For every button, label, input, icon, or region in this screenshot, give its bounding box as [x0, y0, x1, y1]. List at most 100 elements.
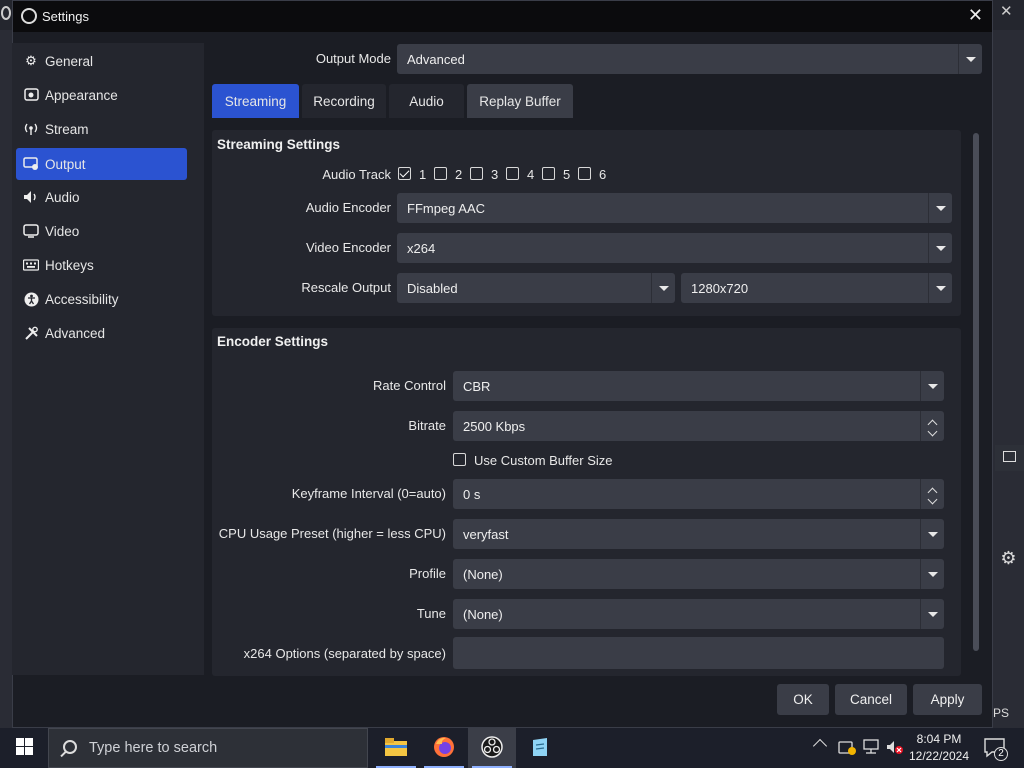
tab-streaming[interactable]: Streaming: [212, 84, 299, 118]
cpu-preset-select[interactable]: veryfast: [453, 519, 944, 549]
sidebar-item-output[interactable]: Output: [16, 148, 187, 180]
taskbar-file-explorer[interactable]: [372, 728, 420, 768]
rescale-output-label: Rescale Output: [301, 280, 391, 295]
keyframe-interval-value: 0 s: [463, 486, 481, 502]
gear-icon: ⚙: [25, 53, 37, 68]
streaming-settings-title: Streaming Settings: [217, 137, 341, 152]
obs-logo-icon: [21, 8, 37, 24]
broadcast-icon: [23, 121, 39, 137]
audio-encoder-value: FFmpeg AAC: [407, 200, 486, 216]
bitrate-spinbox[interactable]: 2500 Kbps: [453, 411, 944, 441]
profile-label: Profile: [409, 566, 446, 581]
tab-replay-buffer[interactable]: Replay Buffer: [467, 84, 573, 118]
rescale-output-select[interactable]: Disabled: [397, 273, 675, 303]
sidebar-item-general[interactable]: ⚙ General: [16, 45, 187, 77]
sidebar-item-video[interactable]: Video: [16, 215, 187, 247]
search-placeholder: Type here to search: [89, 740, 218, 756]
chevron-down-icon: [927, 494, 938, 504]
audio-track-2-checkbox[interactable]: [434, 167, 447, 180]
sidebar-item-label: Audio: [45, 189, 80, 205]
window-title: Settings: [42, 9, 89, 24]
background-gear-icon[interactable]: ⚙: [993, 548, 1024, 576]
audio-encoder-select[interactable]: FFmpeg AAC: [397, 193, 952, 223]
spin-buttons[interactable]: [920, 479, 944, 509]
encoder-settings-title: Encoder Settings: [217, 334, 329, 349]
keyframe-interval-label: Keyframe Interval (0=auto): [291, 486, 446, 501]
firefox-icon: [433, 736, 455, 761]
warning-badge-icon[interactable]: [838, 739, 856, 755]
speaker-icon: [23, 189, 39, 205]
video-encoder-select[interactable]: x264: [397, 233, 952, 263]
cancel-button[interactable]: Cancel: [835, 684, 907, 715]
video-encoder-label: Video Encoder: [305, 240, 391, 255]
chevron-down-icon: [928, 233, 952, 263]
background-close-icon[interactable]: ✕: [1000, 2, 1013, 20]
tune-value: (None): [463, 606, 503, 622]
tune-select[interactable]: (None): [453, 599, 944, 629]
chevron-up-icon[interactable]: [812, 738, 828, 754]
rescale-output-value: Disabled: [407, 280, 458, 296]
sidebar-item-label: Hotkeys: [45, 257, 94, 273]
screen-icon: [23, 223, 39, 239]
taskbar-clock[interactable]: 8:04 PM 12/22/2024: [908, 731, 970, 765]
sidebar-item-appearance[interactable]: Appearance: [16, 79, 187, 111]
spin-buttons[interactable]: [920, 411, 944, 441]
chevron-down-icon: [927, 426, 938, 436]
taskbar-search-box[interactable]: Type here to search: [48, 728, 368, 768]
x264-options-input[interactable]: [453, 637, 944, 669]
notepad-icon: [529, 736, 551, 761]
background-fps-text: PS: [993, 706, 1010, 720]
titlebar: Settings ✕: [13, 1, 992, 32]
sidebar-item-label: Output: [45, 156, 86, 172]
chevron-down-icon: [928, 273, 952, 303]
audio-track-3-checkbox[interactable]: [470, 167, 483, 180]
monitor-icon: [23, 156, 39, 172]
audio-track-4-checkbox[interactable]: [506, 167, 519, 180]
background-titlebar: ✕: [993, 0, 1024, 30]
start-button[interactable]: [0, 728, 48, 768]
background-dock-icon[interactable]: [995, 445, 1024, 471]
keyboard-icon: [23, 257, 39, 273]
vertical-scrollbar-thumb[interactable]: [973, 133, 979, 651]
rate-control-select[interactable]: CBR: [453, 371, 944, 401]
sidebar-item-label: Video: [45, 223, 80, 239]
sidebar-item-advanced[interactable]: Advanced: [16, 317, 187, 349]
output-mode-label: Output Mode: [315, 51, 391, 66]
custom-buffer-checkbox[interactable]: [453, 453, 466, 466]
apply-button[interactable]: Apply: [913, 684, 982, 715]
audio-track-1-checkbox[interactable]: [398, 167, 411, 180]
taskbar-obs[interactable]: [468, 728, 516, 768]
sidebar-item-label: General: [45, 53, 94, 69]
video-encoder-value: x264: [407, 240, 436, 256]
sidebar-item-hotkeys[interactable]: Hotkeys: [16, 249, 187, 281]
sidebar-item-stream[interactable]: Stream: [16, 113, 187, 145]
audio-track-5-checkbox[interactable]: [542, 167, 555, 180]
rate-control-value: CBR: [463, 378, 491, 394]
keyframe-interval-spinbox[interactable]: 0 s: [453, 479, 944, 509]
taskbar-firefox[interactable]: [420, 728, 468, 768]
output-mode-select[interactable]: Advanced: [397, 44, 982, 74]
sidebar-item-accessibility[interactable]: Accessibility: [16, 283, 187, 315]
ok-button[interactable]: OK: [777, 684, 829, 715]
sidebar-item-label: Advanced: [45, 325, 106, 341]
tab-audio[interactable]: Audio: [389, 84, 464, 118]
rescale-resolution-value: 1280x720: [691, 280, 749, 296]
chevron-down-icon: [928, 193, 952, 223]
clock-time: 8:04 PM: [916, 732, 962, 746]
rate-control-label: Rate Control: [373, 378, 446, 393]
audio-track-2-label: 2: [455, 167, 463, 182]
audio-track-1-label: 1: [419, 167, 427, 182]
close-icon[interactable]: ✕: [968, 5, 983, 26]
output-mode-value: Advanced: [407, 51, 465, 67]
network-icon[interactable]: [862, 739, 880, 755]
taskbar-notepad[interactable]: [516, 728, 564, 768]
notification-count-badge: 2: [994, 747, 1008, 761]
volume-muted-icon[interactable]: [886, 739, 904, 755]
audio-track-6-checkbox[interactable]: [578, 167, 591, 180]
profile-select[interactable]: (None): [453, 559, 944, 589]
tab-recording[interactable]: Recording: [302, 84, 386, 118]
audio-track-6-label: 6: [599, 167, 607, 182]
rescale-resolution-select[interactable]: 1280x720: [681, 273, 952, 303]
bitrate-label: Bitrate: [408, 418, 446, 433]
sidebar-item-audio[interactable]: Audio: [16, 181, 187, 213]
